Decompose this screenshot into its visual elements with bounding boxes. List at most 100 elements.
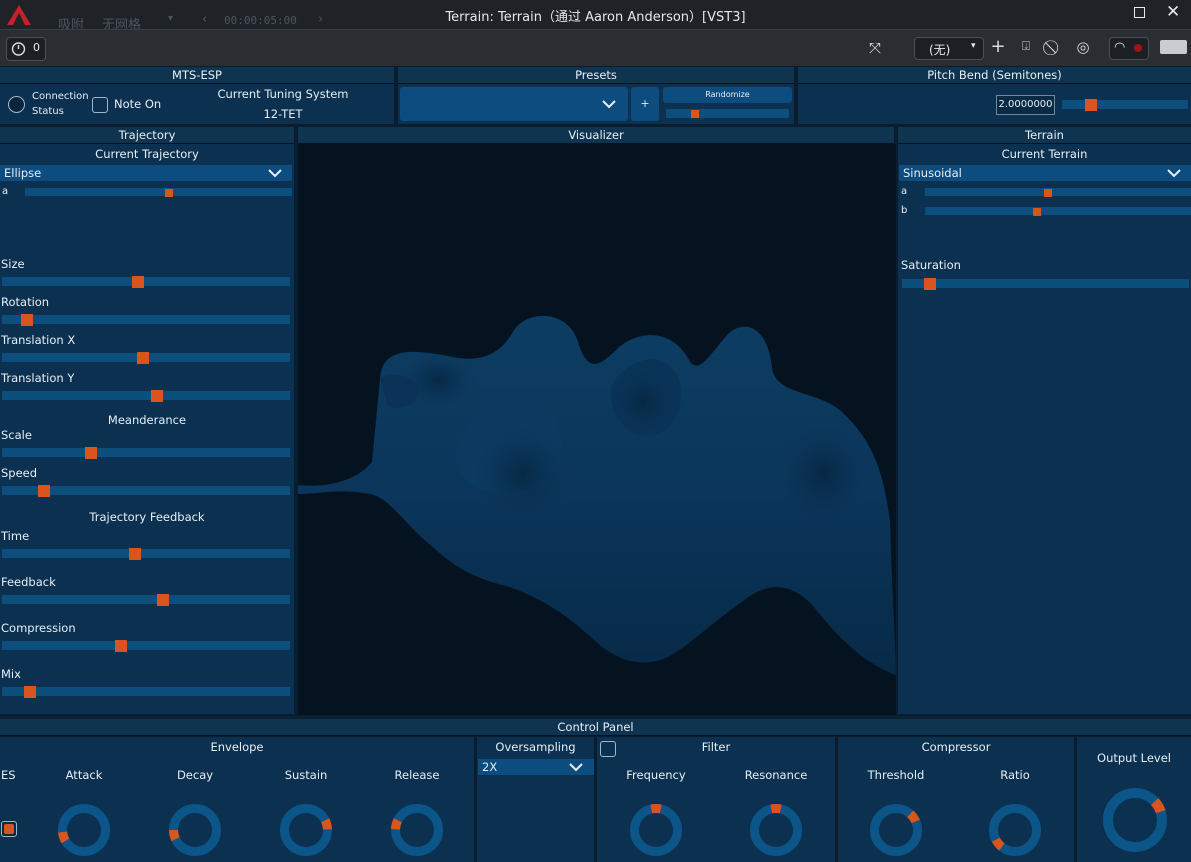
frequency-label: Frequency [626,768,686,782]
trajectory-panel: Current Trajectory Ellipse a Size Rotatio… [0,144,294,714]
es-label: ES [1,768,16,782]
connection-status-indicator [8,96,25,113]
feedback-label: Feedback [1,575,56,589]
saturation-slider[interactable] [902,277,1189,290]
oversampling-section: Oversampling 2X [477,737,594,862]
speed-slider-thumb[interactable] [38,484,50,497]
ratio-knob[interactable] [988,803,1042,857]
envelope-section: Envelope ES Attack Decay Sustain Release [0,737,474,862]
visualizer-canvas[interactable] [298,144,896,715]
pitch-bend-slider[interactable] [1062,98,1188,111]
resonance-label: Resonance [744,768,808,782]
output-section: Output Level [1077,737,1191,862]
terrain-a-slider[interactable] [925,188,1191,197]
plugin-preset-select[interactable]: (无) ▾ [914,37,984,60]
pitch-bend-value[interactable]: 2.0000000 [996,95,1055,115]
saturation-label: Saturation [901,258,961,272]
randomize-button[interactable]: Randomize [663,87,792,103]
release-knob[interactable] [390,803,444,857]
note-on-checkbox[interactable] [92,97,108,113]
latency-timer-button[interactable]: 0 [6,37,46,61]
tuning-system-label: Current Tuning System [217,87,349,101]
translation-y-slider[interactable] [2,389,290,402]
chevron-down-icon [569,763,583,772]
time-label: Time [1,529,30,543]
save-preset-icon[interactable]: ⍗ [1017,38,1035,56]
record-indicator-icon [1134,44,1142,52]
translation-x-slider[interactable] [2,351,290,364]
frequency-knob[interactable] [629,803,683,857]
timer-icon [11,42,26,56]
feedback-slider[interactable] [2,593,290,606]
rotation-label: Rotation [1,295,50,309]
mix-slider-thumb[interactable] [24,685,36,698]
automation-button[interactable]: ◠ [1109,37,1149,60]
es-checkbox[interactable] [1,821,17,837]
preset-dropdown[interactable] [400,87,628,121]
trajectory-dropdown[interactable]: Ellipse [0,165,292,181]
pitch-bend-panel: 2.0000000 [798,84,1191,124]
add-preset-icon[interactable]: + [989,38,1007,56]
chevron-down-icon [268,169,282,178]
pitch-bend-slider-thumb[interactable] [1085,98,1097,111]
trajectory-dropdown-value: Ellipse [4,166,42,180]
attack-label: Attack [65,768,103,782]
release-label: Release [394,768,440,782]
rotation-slider-thumb[interactable] [21,313,33,326]
compression-slider[interactable] [2,639,290,652]
close-icon[interactable]: ✕ [1166,2,1180,22]
size-slider-thumb[interactable] [132,275,144,288]
randomize-slider-thumb[interactable] [691,109,699,118]
randomize-slider[interactable] [666,109,789,118]
routing-icon[interactable]: ⤧ [866,39,884,57]
host-title-bar: 吸附 无网格 ▾ ‹ 00:00:05:00 › Terrain: Terrai… [0,0,1191,33]
resonance-knob[interactable] [749,803,803,857]
trajectory-header: Trajectory [0,127,294,144]
terrain-dropdown[interactable]: Sinusoidal [899,165,1191,181]
sustain-knob[interactable] [279,803,333,857]
threshold-knob[interactable] [869,803,923,857]
terrain-panel: Current Terrain Sinusoidal a b Saturatio… [898,144,1191,714]
scale-slider[interactable] [2,446,290,459]
compressor-header: Compressor [921,740,991,754]
control-panel-divider [0,716,1191,718]
oversampling-dropdown[interactable]: 2X [478,759,594,775]
terrain-b-slider-thumb[interactable] [1033,207,1041,216]
translation-y-slider-thumb[interactable] [151,389,163,402]
time-slider-thumb[interactable] [129,547,141,560]
scale-slider-thumb[interactable] [85,446,97,459]
output-level-label: Output Level [1097,751,1171,765]
attack-knob[interactable] [57,803,111,857]
size-slider[interactable] [2,275,290,288]
keyboard-icon[interactable] [1160,40,1187,54]
terrain-b-slider[interactable] [925,207,1191,216]
envelope-header: Envelope [210,740,264,754]
terrain-a-label: a [901,186,908,197]
decay-knob[interactable] [168,803,222,857]
time-slider[interactable] [2,547,290,560]
maximize-icon[interactable] [1134,7,1145,18]
oversampling-header: Oversampling [495,740,576,754]
saturation-slider-thumb[interactable] [924,277,936,290]
terrain-b-label: b [901,205,908,216]
terrain-a-slider-thumb[interactable] [1044,188,1052,197]
param-a-slider[interactable] [25,188,292,197]
translation-x-slider-thumb[interactable] [137,351,149,364]
target-icon[interactable]: ◎ [1074,38,1092,56]
param-a-slider-thumb[interactable] [165,188,173,197]
gauge-icon: ◠ [1114,40,1126,55]
mix-slider[interactable] [2,685,290,698]
plugin-preset-value: (无) [929,43,951,57]
rotation-slider[interactable] [2,313,290,326]
feedback-slider-thumb[interactable] [157,593,169,606]
connection-status-label-2: Status [32,106,64,117]
terrain-header: Terrain [898,127,1191,144]
filter-header: Filter [701,740,731,754]
add-preset-button[interactable]: + [631,87,659,121]
filter-section: Filter Frequency Resonance [597,737,835,862]
compression-slider-thumb[interactable] [115,639,127,652]
speed-slider[interactable] [2,484,290,497]
output-level-knob[interactable] [1102,787,1168,853]
bypass-icon[interactable]: ⃠ [1045,38,1063,56]
compressor-section: Compressor Threshold Ratio [838,737,1074,862]
